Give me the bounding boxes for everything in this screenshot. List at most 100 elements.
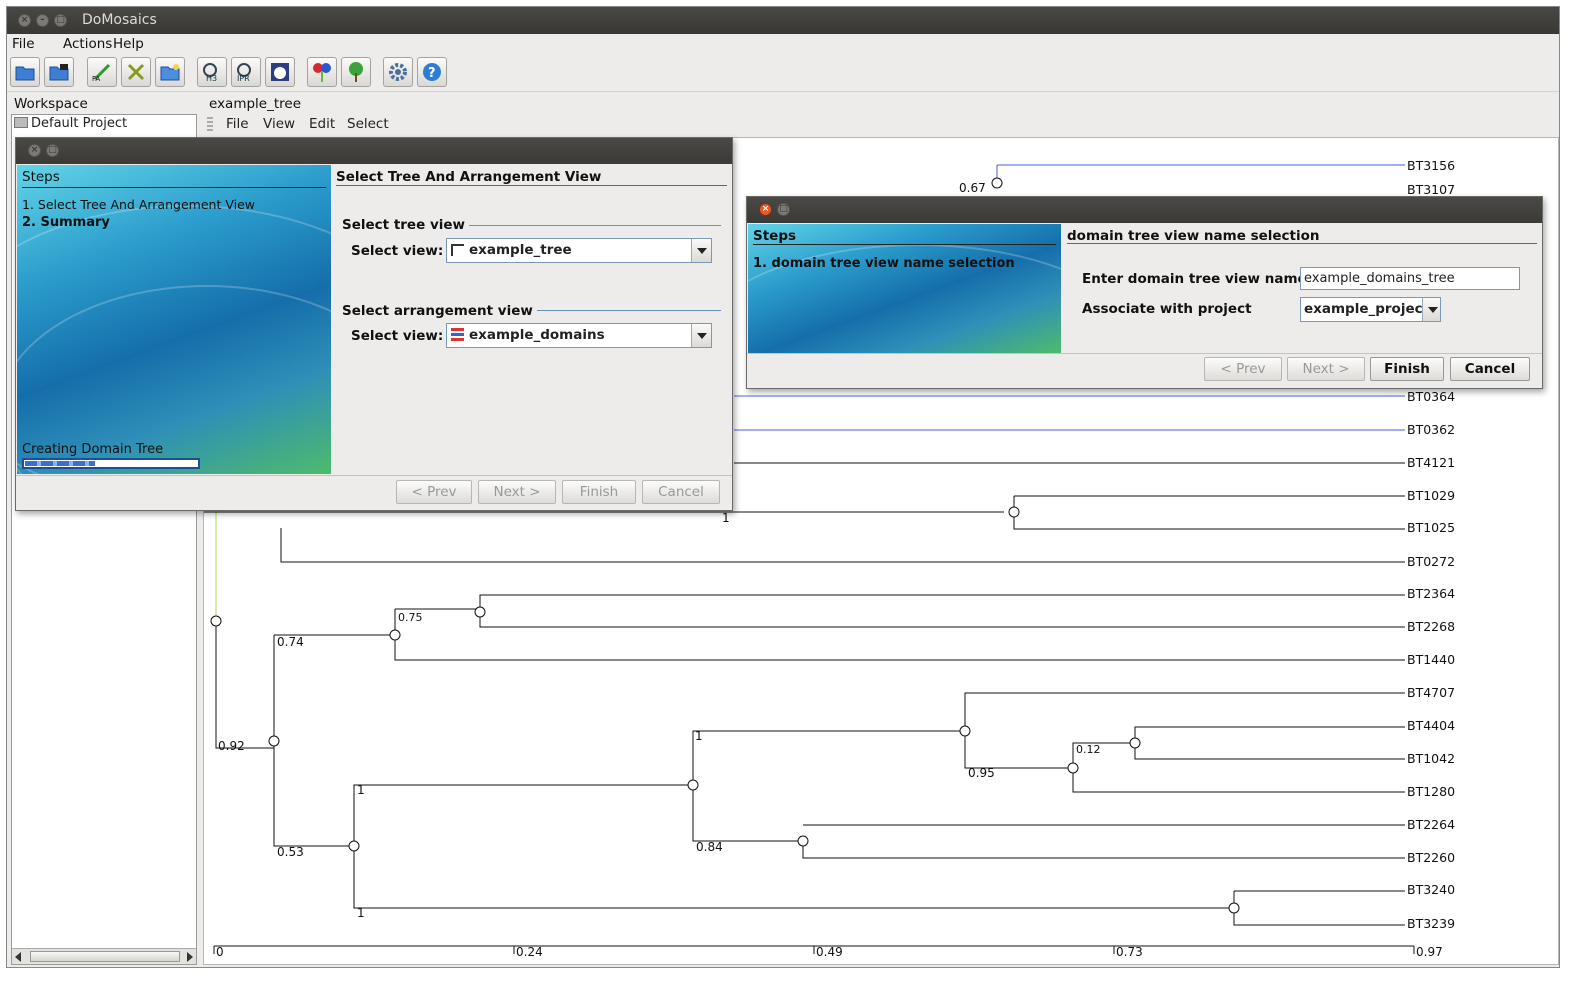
tree-leaf[interactable]: BT4121 [1407, 455, 1455, 470]
axis-tick-label: 0 [216, 945, 224, 959]
axis-tick-label: 0.24 [516, 945, 543, 959]
tree-view-combo[interactable]: example_tree [446, 238, 712, 263]
heading-divider [1067, 243, 1537, 244]
finish-button[interactable]: Finish [562, 480, 636, 504]
hmmer3-scan-icon[interactable]: H3 [197, 57, 227, 87]
tree-leaf[interactable]: BT2260 [1407, 850, 1455, 865]
view-menu-view[interactable]: View [263, 116, 295, 132]
open-folder-icon[interactable] [10, 57, 40, 87]
arrangement-view-icon [451, 328, 464, 342]
tree-leaf[interactable]: BT3156 [1407, 158, 1455, 173]
tree-leaf[interactable]: BT1042 [1407, 751, 1455, 766]
workspace-scrollbar[interactable] [12, 948, 196, 964]
tree-leaf[interactable]: BT3239 [1407, 916, 1455, 931]
domain-tree-icon[interactable] [307, 57, 337, 87]
tree-leaf[interactable]: BT1280 [1407, 784, 1455, 799]
wizard2-titlebar: × □ [747, 197, 1542, 223]
cancel-button[interactable]: Cancel [1450, 357, 1530, 381]
support-value: 0.53 [277, 845, 304, 859]
prev-button[interactable]: < Prev [1204, 357, 1282, 381]
view-menu-file[interactable]: File [226, 116, 249, 132]
bear-icon[interactable] [265, 57, 295, 87]
settings-icon[interactable] [383, 57, 413, 87]
support-value: 0.84 [696, 840, 723, 854]
steps-title: Steps [22, 169, 60, 185]
iprscan-icon[interactable]: IPR [231, 57, 261, 87]
tree-leaf[interactable]: BT1029 [1407, 488, 1455, 503]
tree-leaf[interactable]: BT2268 [1407, 619, 1455, 634]
chevron-down-icon[interactable] [691, 239, 711, 262]
close-icon[interactable]: × [28, 144, 41, 157]
export-icon[interactable] [121, 57, 151, 87]
tree-leaf[interactable]: BT1025 [1407, 520, 1455, 535]
menu-actions[interactable]: Actions [63, 36, 112, 52]
arrangement-view-combo[interactable]: example_domains [446, 323, 712, 348]
support-value: 0.75 [398, 611, 423, 624]
prev-button[interactable]: < Prev [396, 480, 472, 504]
main-menubar: File Actions Help [7, 34, 1559, 54]
tree-leaf[interactable]: BT3240 [1407, 882, 1455, 897]
tree-leaf[interactable]: BT2364 [1407, 586, 1455, 601]
axis-tick-label: 0.73 [1116, 945, 1143, 959]
chevron-down-icon[interactable] [1422, 298, 1440, 321]
help-icon[interactable]: ? [417, 57, 447, 87]
project-combo[interactable]: example_project [1300, 297, 1441, 322]
domain-tree-name-wizard: × □ Steps 1. domain tree view name selec… [746, 196, 1543, 389]
support-value: 0.74 [277, 635, 304, 649]
step-item: 1. Select Tree And Arrangement View [22, 197, 255, 212]
view-menu-select[interactable]: Select [347, 116, 389, 132]
tree-view-value: example_tree [469, 242, 572, 258]
tree-leaf[interactable]: BT3107 [1407, 182, 1455, 197]
button-bar-divider [16, 475, 732, 476]
project-label: Associate with project [1082, 301, 1252, 317]
maximize-icon[interactable]: □ [777, 203, 790, 216]
workspace-title: Workspace [14, 96, 88, 112]
next-button[interactable]: Next > [1287, 357, 1365, 381]
tree-leaf[interactable]: BT0272 [1407, 554, 1455, 569]
support-value: 1 [722, 511, 730, 525]
tree-leaf[interactable]: BT2264 [1407, 817, 1455, 832]
tree-leaf[interactable]: BT4707 [1407, 685, 1455, 700]
tree-leaf[interactable]: BT0364 [1407, 389, 1455, 404]
project-value: example_project [1304, 301, 1430, 317]
chevron-down-icon[interactable] [691, 324, 711, 347]
close-icon[interactable]: × [759, 203, 772, 216]
scroll-left-icon[interactable] [15, 952, 21, 962]
step-item-current: 2. Summary [22, 215, 110, 230]
wizard2-steps-panel: Steps 1. domain tree view name selection [748, 224, 1061, 353]
arrangement-view-value: example_domains [469, 327, 605, 343]
tree-leaf[interactable]: BT0362 [1407, 422, 1455, 437]
tree-leaf[interactable]: BT1440 [1407, 652, 1455, 667]
scroll-thumb[interactable] [30, 951, 180, 962]
steps-title: Steps [753, 228, 797, 244]
view-menu-edit[interactable]: Edit [309, 116, 335, 132]
close-icon[interactable]: × [18, 14, 31, 27]
maximize-icon[interactable]: □ [46, 144, 59, 157]
button-bar-divider [747, 353, 1542, 354]
view-title: example_tree [209, 96, 302, 112]
support-value: 1 [357, 906, 365, 920]
heading-divider [336, 185, 727, 186]
finish-button[interactable]: Finish [1370, 357, 1444, 381]
minimize-icon[interactable]: – [36, 14, 49, 27]
menu-help[interactable]: Help [113, 36, 144, 52]
support-value: 0.12 [1076, 743, 1101, 756]
arrangement-view-label: Select view: [351, 328, 444, 344]
scroll-right-icon[interactable] [187, 952, 193, 962]
tree-leaf[interactable]: BT4404 [1407, 718, 1455, 733]
next-button[interactable]: Next > [478, 480, 556, 504]
menu-file[interactable]: File [12, 36, 35, 52]
window-titlebar: × – □ DoMosaics [7, 7, 1559, 34]
grip-icon [207, 117, 213, 132]
new-folder-icon[interactable] [155, 57, 185, 87]
name-input[interactable]: example_domains_tree [1300, 267, 1520, 290]
cancel-button[interactable]: Cancel [642, 480, 720, 504]
tree-icon[interactable] [341, 57, 371, 87]
axis-tick-label: 0.97 [1416, 945, 1443, 959]
save-icon[interactable] [44, 57, 74, 87]
axis-tick-label: 0.49 [816, 945, 843, 959]
project-item[interactable]: Default Project [31, 116, 127, 131]
maximize-icon[interactable]: □ [54, 14, 67, 27]
import-fasta-icon[interactable]: FA [87, 57, 117, 87]
name-label: Enter domain tree view name [1082, 271, 1307, 287]
